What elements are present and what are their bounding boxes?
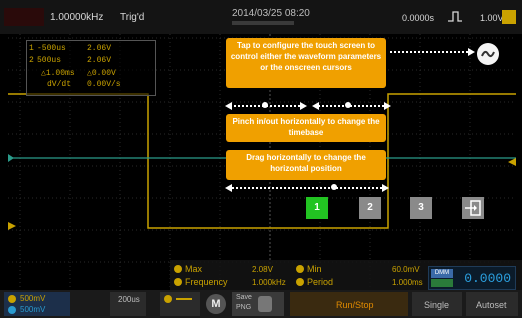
single-key[interactable]: Single (412, 292, 462, 316)
save-label: Save (236, 294, 252, 301)
arrowhead-icon (382, 184, 389, 192)
frequency-readout: 1.00000kHz (50, 12, 104, 23)
min-value: 60.0mV (392, 265, 420, 274)
arrowhead-icon (312, 102, 319, 110)
ch2-scale: 500mV (20, 305, 46, 314)
dmm-mode-tag (431, 279, 453, 287)
save-hand-icon (258, 296, 272, 312)
page-button-1[interactable]: 1 (306, 197, 328, 219)
autoset-key[interactable]: Autoset (466, 292, 518, 316)
pinch-arrow-right (318, 105, 384, 110)
status-bar: 1.00000kHz Trig'd 2014/03/25 08:20 0.000… (0, 0, 522, 34)
ch2-icon (8, 306, 16, 314)
save-format: PNG (236, 304, 252, 311)
arrowhead-icon (468, 48, 475, 56)
run-stop-key[interactable]: Run/Stop (290, 292, 408, 316)
trigger-icon (164, 295, 172, 303)
tip-touch-screen: Tap to configure the touch screen to con… (226, 38, 386, 88)
math-key[interactable]: M (204, 292, 228, 316)
arrowhead-icon (300, 102, 307, 110)
timebase-value: 200us (118, 295, 140, 304)
trigger-status: Trig'd (120, 12, 145, 23)
ch1-icon (174, 265, 182, 273)
tip-arrow (390, 51, 468, 56)
math-icon: M (206, 294, 226, 314)
exit-icon (465, 200, 481, 216)
period-value: 1.000ms (392, 278, 423, 287)
trigger-channel-badge (502, 10, 516, 24)
min-label: Min (307, 264, 322, 274)
save-key[interactable]: Save PNG (232, 292, 284, 316)
page-button-3[interactable]: 3 (410, 197, 432, 219)
pinch-dot-left (262, 102, 268, 108)
cursor-panel[interactable]: 1 -500us 2.06V 2 500us 2.06V △1.00ms △0.… (26, 40, 156, 96)
ch2-level-marker (8, 154, 14, 162)
datetime: 2014/03/25 08:20 (232, 8, 310, 19)
frequency-value: 1.000kHz (252, 278, 286, 287)
timebase-key[interactable]: 200us (110, 292, 146, 316)
trigger-level-marker (508, 158, 516, 166)
pinch-dot-right (345, 102, 351, 108)
run-indicator[interactable] (4, 8, 44, 26)
ch1-ch2-scale-key[interactable]: 500mV 500mV (4, 292, 70, 316)
ch1-scale: 500mV (20, 294, 46, 303)
tip-drag: Drag horizontally to change the horizont… (226, 150, 386, 180)
exit-button[interactable] (462, 197, 484, 219)
dmm-tag: DMM (431, 269, 453, 278)
drag-dot (331, 184, 337, 190)
frequency-label: Frequency (185, 277, 228, 287)
trigger-key[interactable] (160, 292, 200, 316)
dmm-readout[interactable]: DMM 0.0000 (428, 266, 516, 290)
tip-pinch: Pinch in/out horizontally to change the … (226, 114, 386, 142)
arrowhead-icon (225, 102, 232, 110)
horizontal-position[interactable]: 0.0000s (402, 13, 434, 23)
ch1-icon (174, 278, 182, 286)
page-button-2[interactable]: 2 (359, 197, 381, 219)
rising-edge-icon[interactable] (447, 9, 463, 23)
dmm-value: 0.0000 (464, 271, 511, 286)
max-value: 2.08V (252, 265, 273, 274)
arrowhead-icon (225, 184, 232, 192)
arrowhead-icon (384, 102, 391, 110)
ch1-icon (8, 295, 16, 303)
ch1-level-marker (8, 222, 16, 230)
period-label: Period (307, 277, 334, 287)
ch1-icon (296, 278, 304, 286)
trigger-level[interactable]: 1.00V (480, 13, 504, 23)
memory-bar (232, 21, 294, 25)
max-label: Max (185, 264, 203, 274)
trigger-lines (176, 298, 192, 300)
touch-mode-icon[interactable] (477, 43, 499, 65)
ch1-icon (296, 265, 304, 273)
drag-arrow (232, 187, 382, 192)
